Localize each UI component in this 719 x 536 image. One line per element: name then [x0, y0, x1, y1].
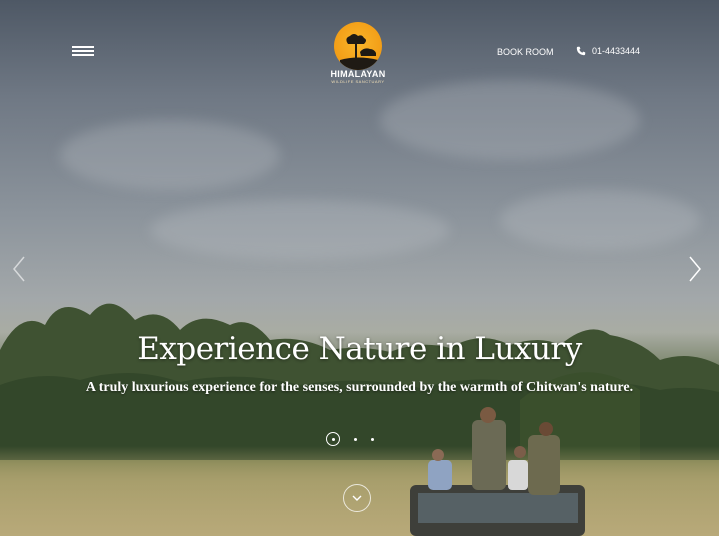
phone-link[interactable]: 01-4433444 — [576, 46, 640, 56]
prev-slide-button[interactable] — [12, 256, 26, 287]
hamburger-icon[interactable] — [72, 46, 94, 58]
scroll-down-button[interactable] — [343, 484, 371, 512]
slide-dot-3[interactable] — [371, 437, 374, 441]
logo-emblem — [334, 22, 382, 70]
logo-name: HIMALAYAN — [330, 69, 386, 79]
hero-subheadline: A truly luxurious experience for the sen… — [85, 380, 634, 395]
logo[interactable]: HIMALAYAN WILDLIFE SANCTUARY — [326, 22, 390, 84]
logo-tagline: WILDLIFE SANCTUARY — [331, 79, 385, 84]
menu-line — [72, 54, 94, 56]
phone-icon — [576, 46, 586, 56]
slide-dot-1[interactable] — [326, 432, 340, 446]
chevron-left-icon — [13, 256, 25, 282]
cloud — [500, 190, 700, 250]
cloud — [380, 80, 640, 160]
slide-dot-2[interactable] — [354, 437, 357, 441]
tree-rhino-icon — [340, 34, 378, 70]
phone-number: 01-4433444 — [592, 46, 641, 56]
book-room-link[interactable]: BOOK ROOM — [497, 47, 554, 57]
chevron-right-icon — [689, 256, 701, 282]
safari-jeep-photo — [410, 407, 585, 536]
next-slide-button[interactable] — [688, 256, 702, 287]
cloud — [60, 120, 280, 190]
hero-headline: Experience Nature in Luxury — [137, 331, 582, 367]
menu-line — [72, 50, 94, 52]
cloud — [150, 200, 450, 260]
chevron-down-icon — [352, 495, 362, 501]
menu-line — [72, 46, 94, 48]
slide-indicators — [326, 432, 374, 446]
